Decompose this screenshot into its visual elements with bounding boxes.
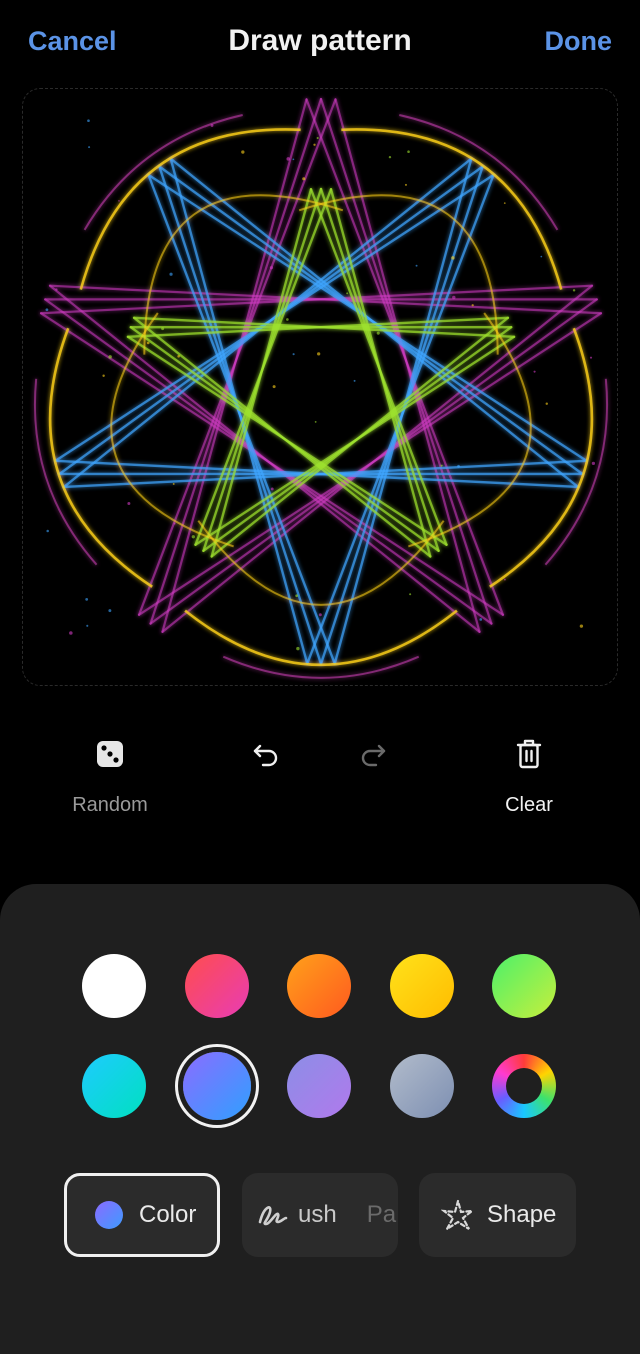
clear-button[interactable]: Clear <box>469 730 589 830</box>
pattern-artwork <box>33 97 609 679</box>
brush-icon <box>256 1200 290 1230</box>
color-swatch-cyan[interactable] <box>82 1054 146 1118</box>
brush-settings-panel: Color ush Pa Shape <box>0 884 640 1354</box>
undo-icon <box>244 730 288 778</box>
random-button[interactable]: Random <box>50 730 170 830</box>
random-label: Random <box>72 794 148 816</box>
pattern-mode-label: Pa <box>366 1201 397 1228</box>
shape-mode-label: Shape <box>487 1201 557 1228</box>
color-mode-label: Color <box>139 1201 197 1228</box>
redo-icon <box>351 730 395 778</box>
shape-mode-button[interactable]: Shape <box>419 1173 576 1257</box>
color-swatch-green[interactable] <box>492 954 556 1018</box>
shape-icon <box>441 1198 475 1232</box>
color-swatch-grey-blue[interactable] <box>390 1054 454 1118</box>
undo-button[interactable] <box>206 730 326 830</box>
header-bar: Cancel Draw pattern Done <box>0 0 640 88</box>
color-swatch-yellow[interactable] <box>390 954 454 1018</box>
color-swatch-red-pink[interactable] <box>185 954 249 1018</box>
drawing-canvas[interactable] <box>22 88 618 686</box>
color-swatch-blue-violet[interactable] <box>183 1052 251 1120</box>
color-dot-icon <box>95 1201 123 1229</box>
color-swatch-rainbow[interactable] <box>492 1054 556 1118</box>
redo-button[interactable] <box>313 730 433 830</box>
dice-icon <box>88 730 132 778</box>
toolbar: Random Clear <box>0 730 640 830</box>
clear-label: Clear <box>505 794 553 816</box>
brush-mode-button[interactable]: ush Pa <box>242 1173 398 1257</box>
color-swatch-white[interactable] <box>82 954 146 1018</box>
trash-icon <box>507 730 551 778</box>
color-swatch-orange[interactable] <box>287 954 351 1018</box>
cancel-button[interactable]: Cancel <box>28 26 117 57</box>
color-mode-button[interactable]: Color <box>64 1173 220 1257</box>
done-button[interactable]: Done <box>545 26 613 57</box>
color-swatch-lavender[interactable] <box>287 1054 351 1118</box>
brush-mode-label: ush <box>298 1201 337 1228</box>
